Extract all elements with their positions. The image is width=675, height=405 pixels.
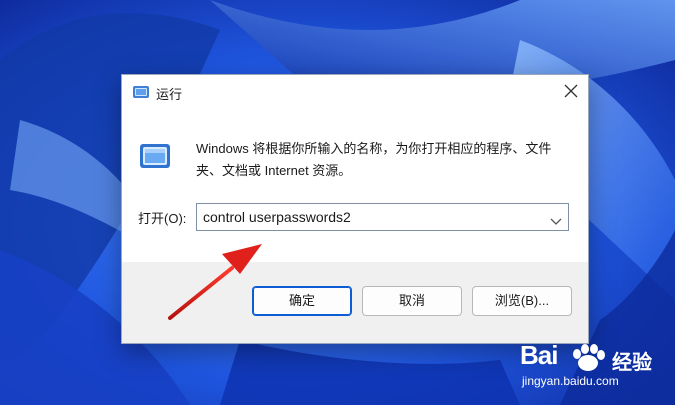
dialog-description: Windows 将根据你所输入的名称，为你打开相应的程序、文件夹、文档或 Int… [196, 141, 552, 178]
cancel-button[interactable]: 取消 [362, 286, 462, 316]
dialog-titlebar[interactable]: 运行 [122, 75, 588, 109]
baidu-watermark: Bai 经验 jingyan.baidu.com [520, 340, 670, 400]
chevron-down-icon[interactable] [550, 213, 562, 231]
paw-icon [568, 344, 608, 377]
close-button[interactable] [554, 75, 588, 109]
open-label: 打开(O): [138, 211, 187, 226]
open-combobox[interactable] [196, 203, 569, 231]
close-icon [564, 84, 578, 98]
run-icon [132, 84, 150, 100]
watermark-brand: Bai [520, 340, 558, 370]
watermark-brand2: 经验 [612, 352, 652, 374]
browse-button[interactable]: 浏览(B)... [472, 286, 572, 316]
open-input[interactable] [203, 208, 533, 226]
ok-button[interactable]: 确定 [252, 286, 352, 316]
run-icon [138, 141, 172, 171]
watermark-url: jingyan.baidu.com [522, 374, 619, 388]
dialog-title: 运行 [156, 87, 183, 102]
dialog-footer: 确定 取消 浏览(B)... [122, 262, 588, 343]
run-dialog: 运行 Windows 将根据你所输入的名称，为你打开相应的程序、文件夹、文档或 … [121, 74, 589, 344]
